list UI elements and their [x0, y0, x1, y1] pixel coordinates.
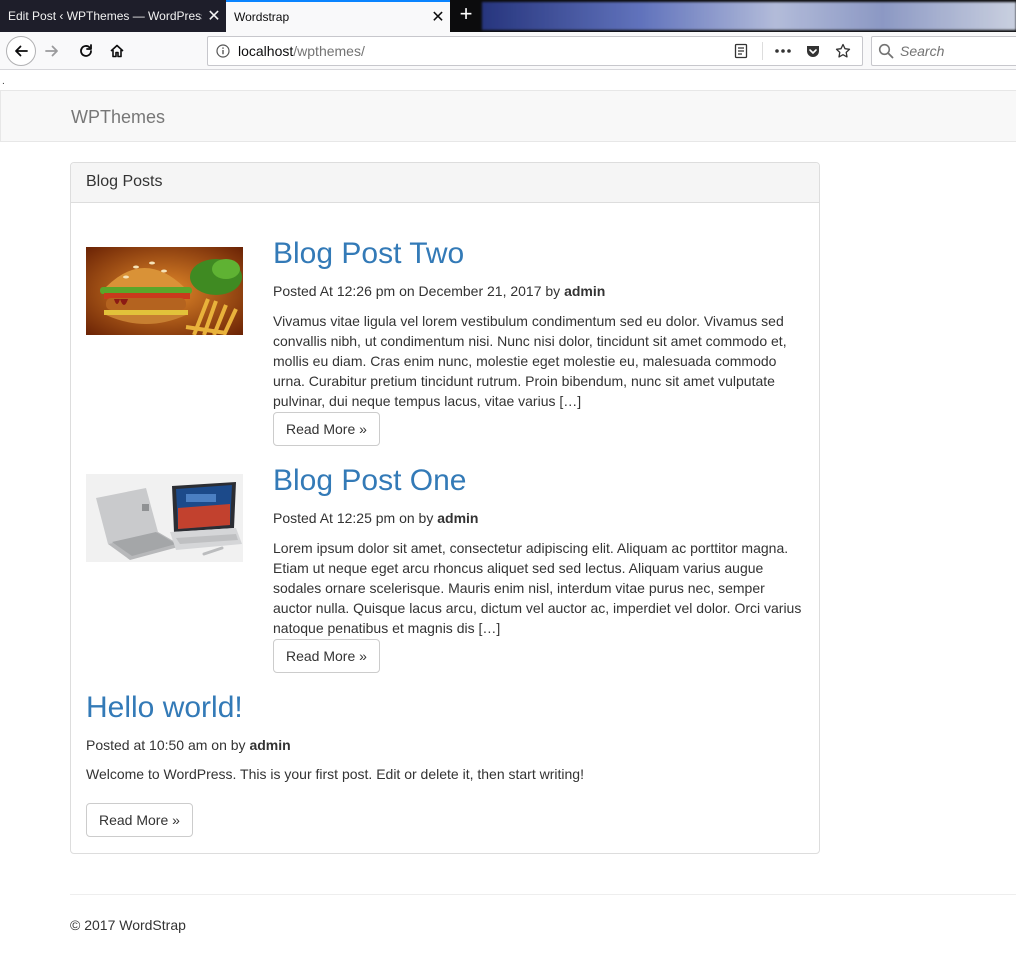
bookmark-star-icon[interactable] [830, 39, 856, 63]
post-title[interactable]: Hello world! [86, 691, 806, 724]
url-divider [758, 39, 766, 63]
post-meta-text: Posted at 10:50 am on by [86, 737, 250, 753]
post-title[interactable]: Blog Post Two [273, 237, 803, 270]
search-placeholder: Search [900, 43, 945, 59]
forward-icon [45, 45, 58, 57]
post-meta-text: Posted At 12:25 pm on by [273, 510, 438, 526]
footer-divider [70, 894, 1016, 895]
search-input[interactable]: Search [871, 36, 1016, 66]
blurred-tab-area [482, 2, 1016, 30]
tab-wordstrap[interactable]: Wordstrap ✕ [226, 0, 450, 32]
close-icon[interactable]: ✕ [426, 7, 450, 27]
home-button[interactable] [103, 37, 131, 65]
footer-copyright: © 2017 WordStrap [70, 917, 186, 933]
back-button[interactable] [6, 36, 36, 66]
stray-dot: . [2, 76, 5, 87]
site-navbar: WPThemes [0, 90, 1016, 142]
reload-button[interactable] [72, 37, 100, 65]
pocket-icon[interactable] [800, 39, 826, 63]
home-icon [110, 44, 124, 58]
burger-thumbnail[interactable] [86, 247, 243, 335]
post-hello-world: Hello world! Posted at 10:50 am on by ad… [86, 691, 806, 837]
tab-edit-post[interactable]: Edit Post ‹ WPThemes — WordPress ✕ [0, 0, 226, 32]
forward-button[interactable] [38, 37, 66, 65]
back-icon [15, 45, 28, 57]
post-excerpt: Welcome to WordPress. This is your first… [86, 766, 584, 782]
read-more-button[interactable]: Read More » [273, 639, 380, 673]
post-author: admin [249, 737, 291, 753]
reader-view-icon[interactable] [728, 39, 754, 63]
blog-posts-panel: Blog Posts Blog Post Two Posted At 12:26… [70, 162, 820, 854]
tab-bar: Edit Post ‹ WPThemes — WordPress ✕ Words… [0, 0, 1016, 32]
close-icon[interactable]: ✕ [202, 6, 226, 26]
tab-title: Wordstrap [234, 10, 290, 24]
post-meta: Posted at 10:50 am on by admin [86, 737, 806, 753]
laptop-thumbnail[interactable] [86, 474, 243, 562]
post-author: admin [564, 283, 606, 299]
read-more-button[interactable]: Read More » [273, 412, 380, 446]
post-excerpt: Vivamus vitae ligula vel lorem vestibulu… [273, 313, 787, 409]
site-brand[interactable]: WPThemes [71, 107, 165, 128]
post-meta: Posted At 12:25 pm on by admin [273, 510, 803, 526]
search-icon [878, 43, 894, 59]
post-excerpt: Lorem ipsum dolor sit amet, consectetur … [273, 540, 802, 636]
post-title[interactable]: Blog Post One [273, 464, 803, 497]
url-text[interactable]: localhost/wpthemes/ [238, 43, 728, 59]
url-path: /wpthemes/ [293, 43, 365, 59]
info-icon[interactable] [208, 44, 238, 58]
post-author: admin [437, 510, 479, 526]
post-meta: Posted At 12:26 pm on December 21, 2017 … [273, 283, 803, 299]
navigation-toolbar: localhost/wpthemes/ Search [0, 32, 1016, 70]
reload-icon [80, 44, 92, 57]
url-host: localhost [238, 43, 294, 59]
tab-title: Edit Post ‹ WPThemes — WordPress [8, 9, 202, 23]
panel-heading: Blog Posts [71, 163, 819, 203]
post-meta-text: Posted At 12:26 pm on December 21, 2017 … [273, 283, 565, 299]
plus-icon[interactable]: + [452, 0, 480, 30]
more-actions-icon[interactable] [770, 39, 796, 63]
read-more-button[interactable]: Read More » [86, 803, 193, 837]
url-bar[interactable]: localhost/wpthemes/ [207, 36, 863, 66]
